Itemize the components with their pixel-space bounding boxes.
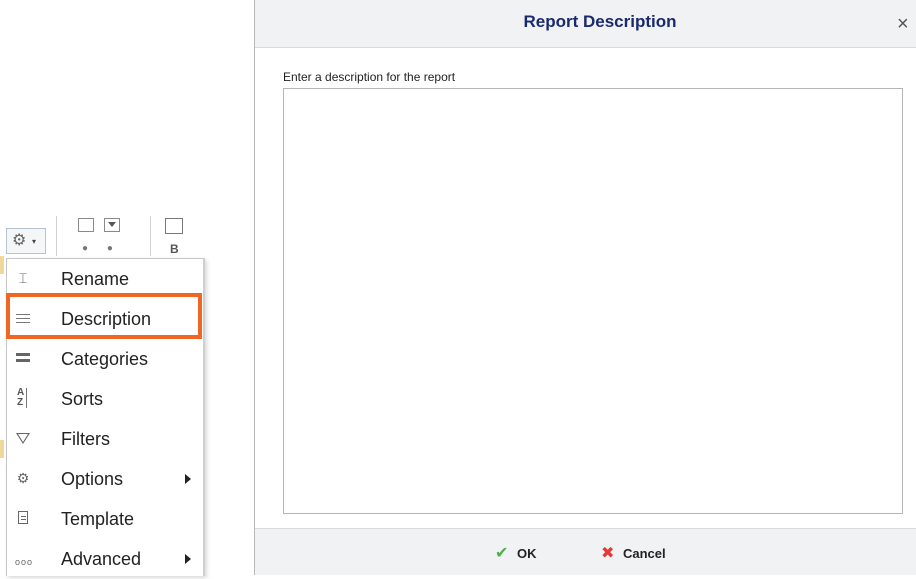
- menu-item-description[interactable]: Description: [7, 299, 203, 339]
- context-menu: ⌶ Rename Description Categories AZ Sorts…: [6, 258, 205, 576]
- submenu-arrow-icon: [185, 474, 191, 484]
- refresh-icon[interactable]: [165, 218, 183, 234]
- menu-item-label: Options: [61, 469, 124, 489]
- gear-icon: ⚙: [16, 470, 30, 486]
- submenu-arrow-icon: [185, 554, 191, 564]
- description-prompt-label: Enter a description for the report: [283, 70, 456, 84]
- cancel-button-label: Cancel: [623, 545, 666, 561]
- menu-item-template[interactable]: Template: [7, 499, 203, 539]
- menu-item-rename[interactable]: ⌶ Rename: [7, 259, 203, 299]
- close-icon[interactable]: ×: [897, 14, 909, 34]
- settings-dropdown-button[interactable]: ⚙ ▾: [6, 228, 46, 254]
- ok-button[interactable]: ✔ OK: [495, 543, 537, 563]
- dialog-titlebar: Report Description ×: [255, 0, 916, 48]
- menu-item-label: Sorts: [61, 389, 104, 409]
- menu-item-filters[interactable]: Filters: [7, 419, 203, 459]
- x-icon: ✖: [601, 545, 615, 562]
- sort-az-icon: AZ: [17, 388, 28, 408]
- description-textarea[interactable]: [283, 88, 903, 514]
- menu-item-label: Categories: [61, 349, 149, 369]
- menu-item-label: Filters: [61, 429, 110, 449]
- menu-item-label: Rename: [61, 269, 130, 289]
- lines-icon: [16, 314, 30, 326]
- chevron-down-icon: ▾: [32, 237, 37, 246]
- dots-icon: ooo: [15, 557, 34, 567]
- menu-item-categories[interactable]: Categories: [7, 339, 203, 379]
- gear-icon: ⚙: [12, 232, 27, 249]
- toolbar-dots-icon: ● ●: [82, 243, 121, 254]
- ok-button-label: OK: [517, 545, 537, 561]
- rename-cursor-icon: ⌶: [18, 270, 28, 286]
- cancel-button[interactable]: ✖ Cancel: [601, 543, 666, 563]
- menu-item-label: Description: [61, 309, 152, 329]
- menu-item-label: Template: [61, 509, 135, 529]
- toolbar-partial-icon: B: [170, 242, 179, 256]
- menu-item-advanced[interactable]: ooo Advanced: [7, 539, 203, 579]
- left-rule-mark: [0, 440, 4, 458]
- dialog-title: Report Description: [523, 12, 677, 31]
- left-rule-mark: [0, 256, 4, 274]
- document-icon: [18, 511, 28, 524]
- toolbar-separator: [150, 216, 151, 256]
- filter-icon: [16, 433, 30, 444]
- menu-item-sorts[interactable]: AZ Sorts: [7, 379, 203, 419]
- dialog-footer: ✔ OK ✖ Cancel: [255, 528, 916, 575]
- report-description-dialog: Report Description × Enter a description…: [254, 0, 916, 575]
- toolbar-separator: [56, 216, 57, 256]
- menu-item-label: Advanced: [61, 549, 142, 569]
- dropdown-box-icon[interactable]: [104, 218, 120, 232]
- bars-icon: [16, 353, 30, 365]
- menu-item-options[interactable]: ⚙ Options: [7, 459, 203, 499]
- layout-icon[interactable]: [78, 218, 94, 232]
- checkmark-icon: ✔: [495, 545, 509, 562]
